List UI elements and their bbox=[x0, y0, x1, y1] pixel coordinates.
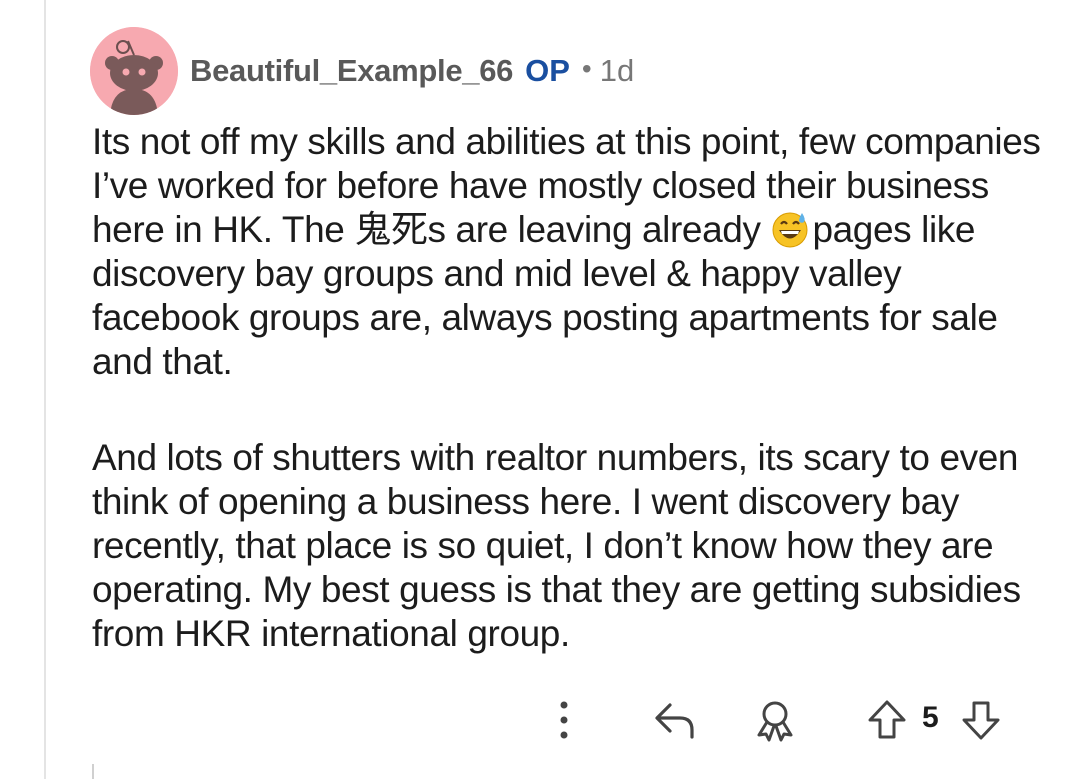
more-vertical-icon[interactable] bbox=[552, 695, 576, 750]
username[interactable]: Beautiful_Example_66 bbox=[190, 53, 513, 89]
comment-paragraph-2: And lots of shutters with realtor number… bbox=[92, 437, 1021, 654]
thread-line bbox=[44, 0, 46, 779]
vote-count: 5 bbox=[922, 701, 939, 734]
reply-icon[interactable] bbox=[650, 695, 700, 750]
separator-dot: • bbox=[581, 53, 592, 84]
child-thread-line bbox=[92, 764, 94, 779]
comment-header: Beautiful_Example_66 OP • 1d bbox=[90, 26, 634, 116]
grinning-sweat-emoji-icon bbox=[772, 212, 808, 248]
avatar[interactable] bbox=[90, 27, 178, 115]
comment-actions: 5 bbox=[540, 695, 1010, 749]
comment-timestamp: 1d bbox=[599, 53, 635, 88]
comment-paragraph-1: Its not off my skills and abilities at t… bbox=[92, 120, 1052, 384]
upvote-arrow-icon[interactable] bbox=[862, 695, 912, 750]
award-icon[interactable] bbox=[750, 695, 800, 750]
op-badge: OP bbox=[525, 53, 570, 88]
comment-body: Its not off my skills and abilities at t… bbox=[92, 120, 1052, 656]
downvote-arrow-icon[interactable] bbox=[956, 695, 1006, 750]
snoo-avatar-icon bbox=[90, 27, 178, 115]
